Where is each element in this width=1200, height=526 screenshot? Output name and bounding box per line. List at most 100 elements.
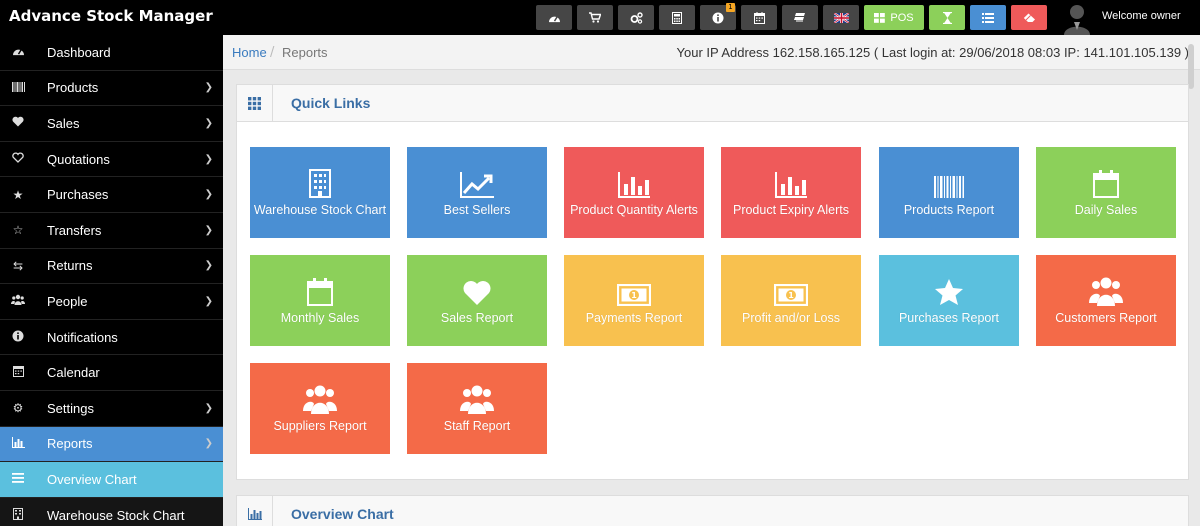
list-button[interactable] [970, 5, 1006, 30]
welcome-text[interactable]: Welcome owner [1102, 10, 1181, 22]
tile-sales-report[interactable]: Sales Report [407, 255, 547, 346]
calendar-icon [307, 278, 333, 306]
tile-label: Products Report [903, 203, 995, 217]
sidebar-item-settings[interactable]: ⚙ Settings ❯ [0, 391, 223, 427]
heart-icon [463, 281, 491, 305]
scrollbar-thumb[interactable] [1188, 44, 1194, 89]
sidebar-item-transfers[interactable]: ☆ Transfers ❯ [0, 213, 223, 249]
info-icon [12, 330, 24, 342]
calendar-button[interactable] [741, 5, 777, 30]
tile-label: Payments Report [585, 311, 683, 325]
users-icon [11, 295, 25, 306]
dashboard-button[interactable] [536, 5, 572, 30]
tile-product-quantity-alerts[interactable]: Product Quantity Alerts [564, 147, 704, 238]
hourglass-icon [942, 11, 952, 24]
quick-links-title: Quick Links [291, 95, 371, 111]
sidebar-item-label: Transfers [47, 222, 102, 238]
tile-label: Profit and/or Loss [742, 311, 840, 325]
star-icon: ★ [12, 187, 24, 202]
breadcrumb-current: Reports [282, 45, 328, 60]
user-avatar[interactable] [1060, 0, 1094, 35]
pos-button[interactable]: POS [864, 5, 924, 30]
chevron-down-icon: ❯ [204, 402, 213, 414]
eraser-icon [1023, 13, 1035, 22]
sidebar-item-people[interactable]: People ❯ [0, 284, 223, 320]
tile-products-report[interactable]: Products Report [879, 147, 1019, 238]
sidebar-item-calendar[interactable]: Calendar [0, 355, 223, 391]
money-icon: 1 [617, 284, 651, 306]
tile-purchases-report[interactable]: Purchases Report [879, 255, 1019, 346]
tile-monthly-sales[interactable]: Monthly Sales [250, 255, 390, 346]
dashboard-icon [548, 16, 560, 23]
clear-eraser-button[interactable] [1011, 5, 1047, 30]
sidebar-item-returns[interactable]: ⇆ Returns ❯ [0, 249, 223, 285]
sidebar-item-products[interactable]: Products ❯ [0, 71, 223, 107]
chevron-down-icon: ❯ [204, 295, 213, 307]
quick-links-header: Quick Links [237, 85, 1188, 122]
cart-icon [589, 12, 601, 23]
sidebar-item-label: Settings [47, 400, 94, 416]
alerts-hourglass-button[interactable] [929, 5, 965, 30]
tile-label: Monthly Sales [280, 311, 360, 325]
overview-chart-panel: Overview Chart [236, 495, 1189, 526]
users-icon [1089, 277, 1123, 306]
top-bar: Advance Stock Manager 1 POS Welcome owne… [0, 0, 1200, 35]
sidebar-item-notifications[interactable]: Notifications [0, 320, 223, 356]
stack-button[interactable] [782, 5, 818, 30]
tile-staff-report[interactable]: Staff Report [407, 363, 547, 454]
notification-badge: 1 [726, 3, 735, 12]
bar-chart-icon [247, 508, 262, 520]
tile-best-sellers[interactable]: Best Sellers [407, 147, 547, 238]
sidebar-item-dashboard[interactable]: Dashboard [0, 35, 223, 71]
sidebar-item-label: Notifications [47, 329, 118, 345]
barcode-icon [934, 176, 964, 198]
calculator-button[interactable] [659, 5, 695, 30]
building-icon [309, 169, 331, 198]
breadcrumb: Home / Reports Your IP Address 162.158.1… [223, 35, 1200, 70]
sidebar-item-label: People [47, 293, 88, 309]
dashboard-icon [12, 49, 24, 56]
tile-label: Staff Report [443, 419, 511, 433]
tile-warehouse-stock-chart[interactable]: Warehouse Stock Chart [250, 147, 390, 238]
grid-icon [874, 12, 886, 23]
sidebar: Dashboard Products ❯ Sales ❯ Quotations … [0, 35, 223, 526]
pos-label: POS [890, 11, 914, 24]
line-chart-icon [460, 172, 494, 198]
building-icon [13, 507, 23, 520]
sidebar-item-sales[interactable]: Sales ❯ [0, 106, 223, 142]
calendar-icon [753, 11, 765, 24]
sidebar-item-label: Calendar [47, 365, 100, 381]
tile-profit-and-loss[interactable]: 1 Profit and/or Loss [721, 255, 861, 346]
money-icon: 1 [774, 284, 808, 306]
stack-icon [794, 13, 805, 22]
tile-payments-report[interactable]: 1 Payments Report [564, 255, 704, 346]
breadcrumb-home-link[interactable]: Home [232, 45, 267, 60]
tile-label: Daily Sales [1074, 203, 1138, 217]
sidebar-subitem-warehouse-stock-chart[interactable]: Warehouse Stock Chart [0, 497, 223, 526]
bar-chart-icon [618, 172, 650, 198]
quick-links-panel: Quick Links Warehouse Stock Chart Best S… [236, 84, 1189, 480]
sidebar-item-quotations[interactable]: Quotations ❯ [0, 142, 223, 178]
sidebar-item-label: Purchases [47, 187, 109, 203]
tile-customers-report[interactable]: Customers Report [1036, 255, 1176, 346]
tile-daily-sales[interactable]: Daily Sales [1036, 147, 1176, 238]
app-title[interactable]: Advance Stock Manager [9, 7, 213, 25]
shuffle-icon: ⇆ [12, 258, 24, 273]
language-button[interactable] [823, 5, 859, 30]
bar-chart-icon [11, 436, 25, 448]
tile-label: Product Quantity Alerts [570, 203, 698, 217]
sidebar-subitem-overview-chart[interactable]: Overview Chart [0, 462, 223, 498]
users-icon [303, 385, 337, 414]
svg-text:1: 1 [631, 291, 637, 300]
tile-suppliers-report[interactable]: Suppliers Report [250, 363, 390, 454]
overview-chart-title: Overview Chart [291, 506, 394, 522]
overview-chart-header: Overview Chart [237, 496, 1188, 526]
notifications-button[interactable]: 1 [700, 3, 736, 30]
calendar-icon [12, 366, 24, 378]
sidebar-item-reports[interactable]: Reports ❯ [0, 426, 223, 463]
sidebar-item-purchases[interactable]: ★ Purchases ❯ [0, 177, 223, 213]
pos-cart-button[interactable] [577, 5, 613, 30]
tile-product-expiry-alerts[interactable]: Product Expiry Alerts [721, 147, 861, 238]
svg-text:1: 1 [788, 291, 794, 300]
settings-cogs-button[interactable] [618, 5, 654, 30]
